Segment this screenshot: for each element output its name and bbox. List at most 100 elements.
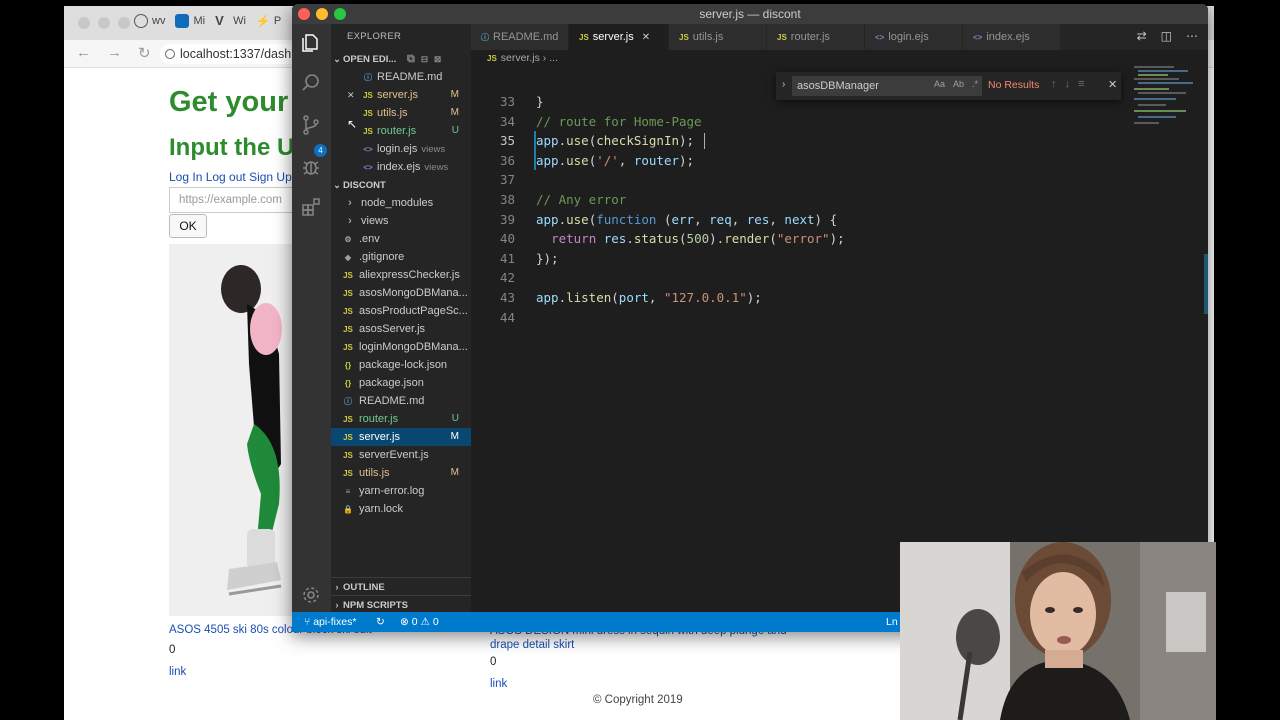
auth-links[interactable]: Log In Log out Sign Up [169, 170, 292, 184]
outline-section[interactable]: › OUTLINE [331, 577, 471, 595]
open-editor-item[interactable]: ✕ JS server.js M [331, 86, 471, 104]
file-name: README.md [359, 395, 425, 407]
close-icon[interactable]: ✕ [642, 32, 650, 43]
product-link[interactable]: link [169, 666, 186, 678]
editor-tab[interactable]: JS server.js ✕ [569, 24, 669, 50]
site-info-icon[interactable] [165, 49, 175, 59]
arrow-down-icon[interactable]: ↓ [1065, 78, 1071, 90]
file-tree-item[interactable]: ◆ .gitignore [331, 248, 471, 266]
open-editor-item[interactable]: <> login.ejs views [331, 140, 471, 158]
file-tree-item[interactable]: › node_modules [331, 194, 471, 212]
file-tree-item[interactable]: › views [331, 212, 471, 230]
code-token: , [731, 211, 747, 227]
file-tree-item[interactable]: JS asosServer.js [331, 320, 471, 338]
file-tree-item[interactable]: ⚙ .env [331, 230, 471, 248]
text-cursor [704, 133, 705, 150]
npm-scripts-section[interactable]: › NPM SCRIPTS [331, 595, 471, 613]
ejs-file-icon: <> [363, 145, 373, 154]
bolt-icon: ⚡ [255, 14, 271, 28]
editor-tab[interactable]: JS router.js [767, 24, 865, 50]
code-text: return res.status(500).render("error"); [536, 229, 845, 249]
file-tree-item[interactable]: JS utils.js M [331, 464, 471, 482]
file-tree-item[interactable]: JS router.js U [331, 410, 471, 428]
cursor-position[interactable]: Ln [886, 612, 898, 632]
editor-tab[interactable]: <> login.ejs [865, 24, 963, 50]
reload-icon[interactable]: ↻ [138, 44, 151, 62]
git-status-badge: M [450, 467, 459, 478]
file-tree-item[interactable]: {} package.json [331, 374, 471, 392]
editor-tab[interactable]: JS utils.js [669, 24, 767, 50]
ok-button[interactable]: OK [169, 214, 207, 238]
split-editor-icon[interactable]: ◫ [1161, 29, 1172, 43]
minimize-window-button[interactable] [316, 8, 328, 20]
js-file-icon: JS [343, 469, 353, 478]
problems-indicator[interactable]: ⊗ 0 ⚠ 0 [400, 612, 439, 632]
match-case-toggle[interactable]: Aa [934, 79, 945, 89]
browser-tab[interactable]: Mi [175, 14, 205, 28]
editor-tab-label: index.ejs [986, 31, 1030, 43]
file-tree-item[interactable]: JS asosMongoDBMana... [331, 284, 471, 302]
url-input[interactable]: https://example.com [169, 187, 309, 213]
explorer-files-icon[interactable] [300, 32, 322, 54]
file-tree-item[interactable]: JS asosProductPageSc... [331, 302, 471, 320]
code-token: . [558, 290, 567, 305]
file-name: router.js [359, 413, 399, 425]
file-tree-item[interactable]: ≡ yarn-error.log [331, 482, 471, 500]
js-file-icon: JS [343, 343, 353, 352]
file-tree-item[interactable]: JS serverEvent.js [331, 446, 471, 464]
close-icon[interactable]: ✕ [1108, 78, 1117, 91]
open-editor-item[interactable]: <> index.ejs views [331, 158, 471, 176]
find-in-selection-icon[interactable]: ≡ [1078, 78, 1084, 90]
editor-tab[interactable]: ⓘ README.md [471, 24, 569, 50]
sync-icon[interactable]: ↻ [376, 612, 385, 632]
browser-minimize-button[interactable] [98, 17, 110, 29]
whole-word-toggle[interactable]: Ab [953, 79, 964, 89]
source-control-icon[interactable] [300, 114, 322, 136]
file-tree-item[interactable]: {} package-lock.json [331, 356, 471, 374]
file-tree-item[interactable]: JS server.js M [331, 428, 471, 446]
browser-close-button[interactable] [78, 17, 90, 29]
file-tree-item[interactable]: JS aliexpressChecker.js [331, 266, 471, 284]
forward-arrow-icon[interactable]: → [107, 44, 122, 62]
more-actions-icon[interactable]: ⋯ [1186, 29, 1198, 43]
editor-actions[interactable]: ⧉ ⊟ ⊠ [407, 50, 441, 68]
breadcrumb[interactable]: JS server.js › ... [471, 50, 1208, 66]
git-branch[interactable]: ⑂ api-fixes* [304, 612, 356, 632]
chevron-right-icon[interactable]: › [782, 79, 785, 90]
extensions-icon[interactable] [300, 196, 322, 218]
browser-tab[interactable]: ⚡ P [256, 14, 281, 28]
product-image[interactable] [169, 244, 299, 616]
close-icon[interactable]: ✕ [347, 86, 361, 104]
debug-bug-icon[interactable] [300, 156, 322, 178]
product-link[interactable]: link [490, 678, 507, 690]
code-token: , [618, 152, 634, 168]
back-arrow-icon[interactable]: ← [76, 44, 91, 62]
regex-toggle[interactable]: .* [972, 79, 978, 89]
git-status-badge: M [450, 107, 459, 118]
search-icon[interactable] [300, 72, 322, 94]
compare-changes-icon[interactable]: ⇄ [1137, 29, 1147, 43]
open-editor-item[interactable]: ⓘ README.md [331, 68, 471, 86]
file-name: views [361, 215, 389, 227]
file-tree-item[interactable]: 🔒 yarn.lock [331, 500, 471, 518]
file-tree-item[interactable]: ⓘ README.md [331, 392, 471, 410]
arrow-up-icon[interactable]: ↑ [1051, 78, 1057, 90]
editor-tab[interactable]: <> index.ejs [963, 24, 1061, 50]
folder-section[interactable]: ⌄ DISCONT [331, 176, 471, 194]
browser-tab[interactable]: V Wi [215, 14, 246, 28]
ejs-file-icon: <> [973, 33, 983, 42]
open-editors-section[interactable]: ⌄ OPEN EDI... ⧉ ⊟ ⊠ [331, 50, 471, 68]
code-token: router [633, 152, 680, 168]
editor-tab-label: utils.js [692, 31, 724, 43]
code-token: use [566, 211, 589, 227]
settings-gear-icon[interactable] [300, 584, 322, 606]
file-tree-item[interactable]: JS loginMongoDBMana... [331, 338, 471, 356]
zoom-window-button[interactable] [334, 8, 346, 20]
minimap[interactable] [1134, 66, 1194, 146]
browser-tab[interactable]: wv [134, 14, 165, 28]
editor-tab-actions: ⇄ ◫ ⋯ [1137, 29, 1198, 43]
browser-zoom-button[interactable] [118, 17, 130, 29]
code-token: 500 [686, 231, 710, 247]
code-token: next [784, 211, 815, 227]
close-window-button[interactable] [298, 8, 310, 20]
